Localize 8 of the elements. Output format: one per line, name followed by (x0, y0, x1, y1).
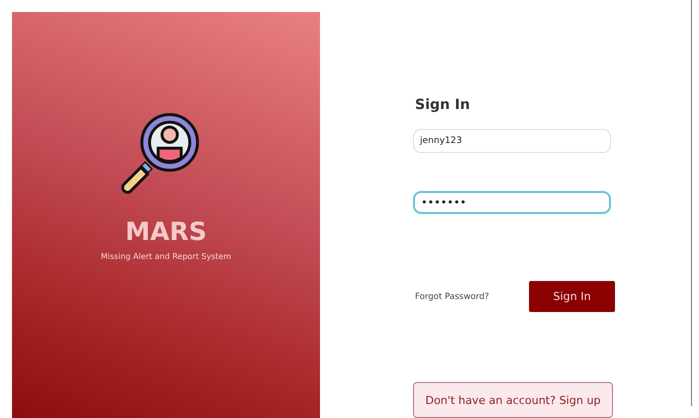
sign-in-button[interactable]: Sign In (529, 281, 615, 312)
password-field[interactable]: ••••••• (413, 190, 611, 214)
username-field[interactable]: jenny123 (413, 129, 611, 153)
app-subtitle: Missing Alert and Report System (100, 252, 232, 261)
app-title: MARS (125, 217, 207, 246)
forgot-password-link[interactable]: Forgot Password? (415, 292, 489, 302)
form-heading: Sign In (415, 97, 471, 113)
sign-up-button[interactable]: Don't have an account? Sign up (413, 382, 613, 418)
